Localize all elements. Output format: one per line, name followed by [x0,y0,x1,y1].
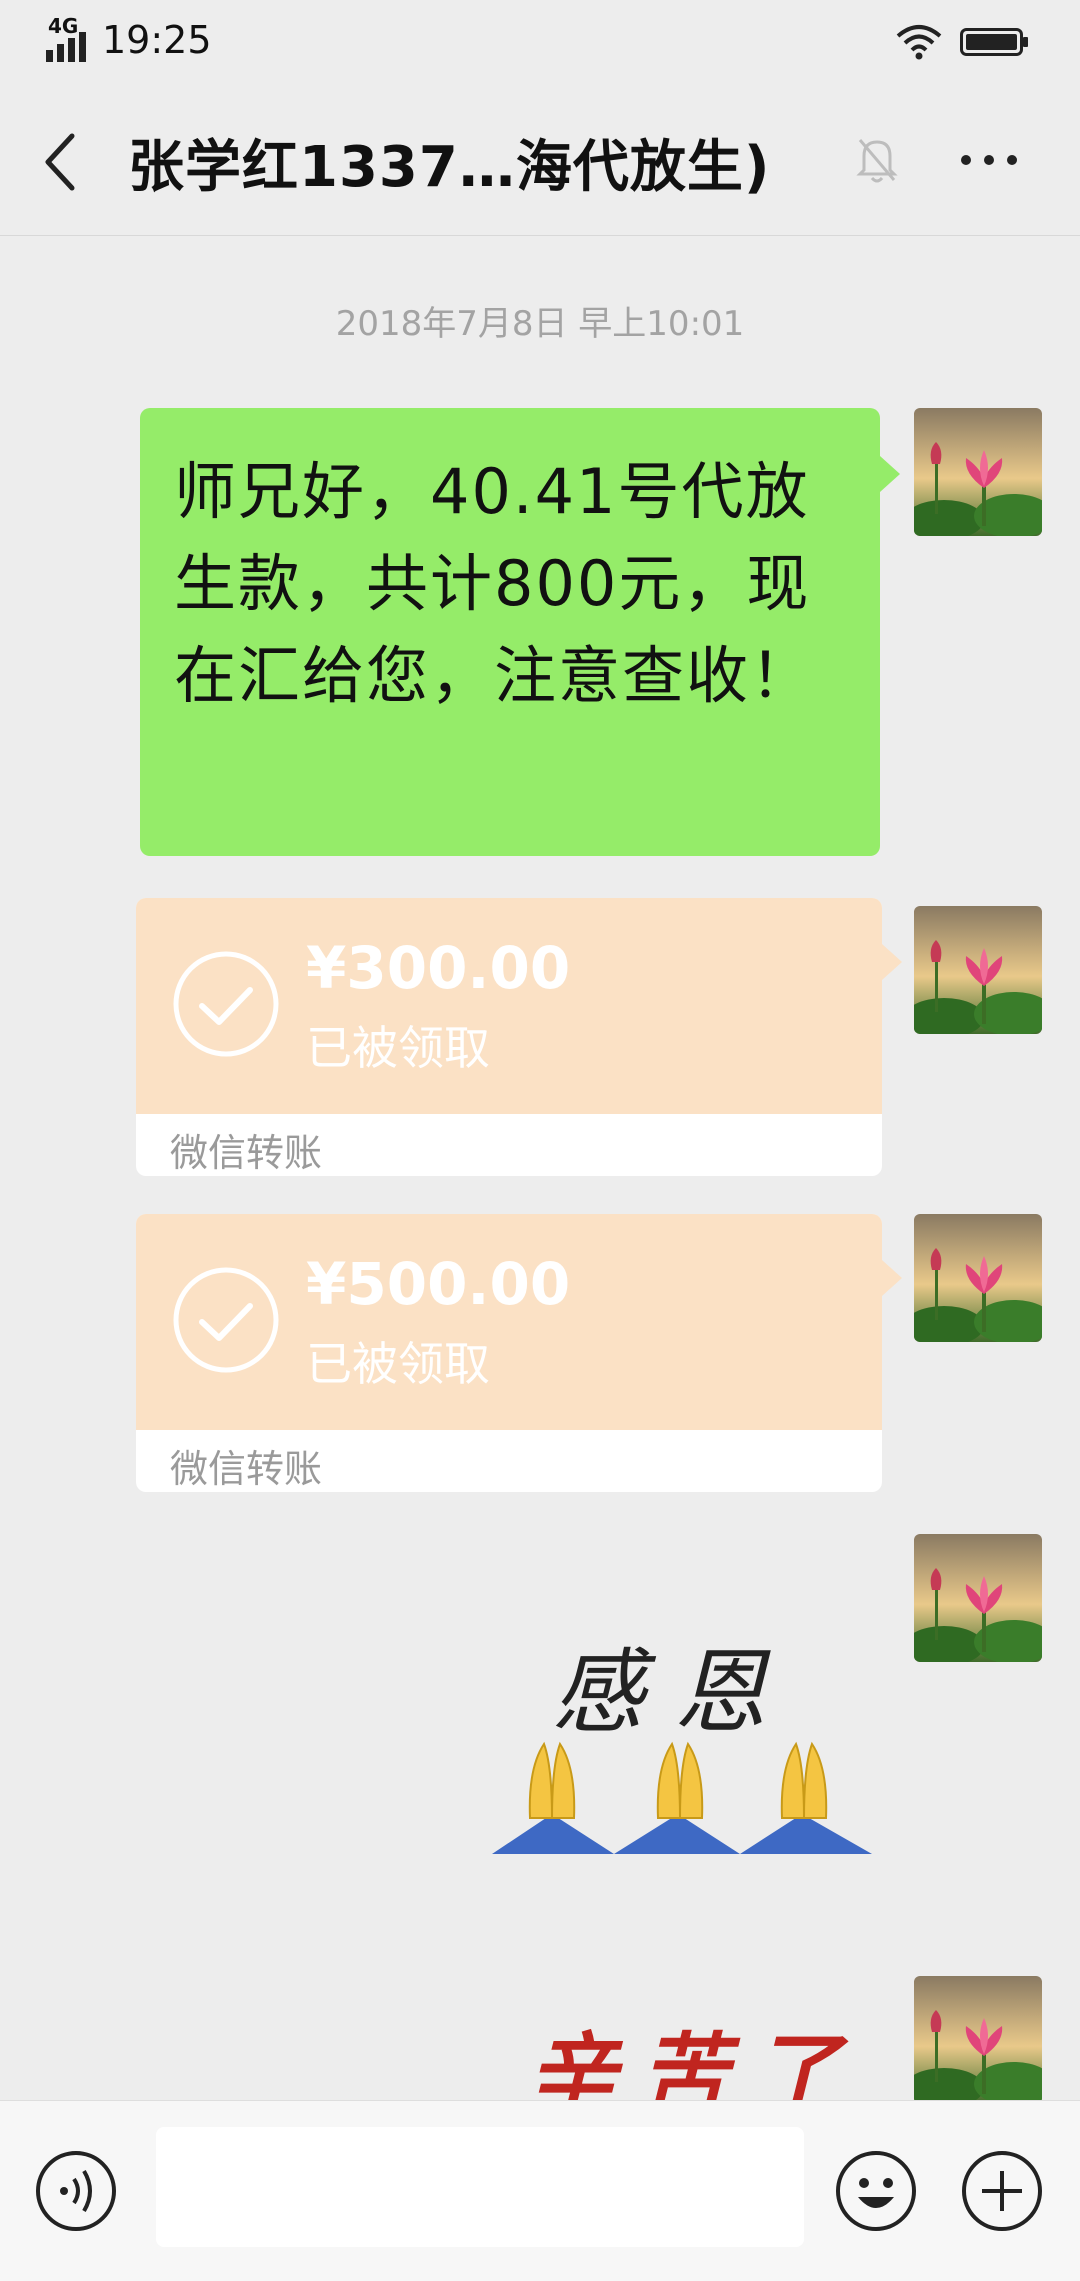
transfer-card[interactable]: ¥300.00 已被领取 微信转账 [136,898,882,1176]
lotus-avatar-icon [914,1214,1042,1342]
avatar[interactable] [914,1534,1042,1662]
lotus-avatar-icon [914,408,1042,536]
plus-icon[interactable] [960,2149,1044,2233]
emoji-icon[interactable] [834,2149,918,2233]
status-time: 19:25 [102,18,212,62]
check-icon [173,951,279,1057]
more-icon[interactable] [958,150,1020,170]
back-icon[interactable] [40,130,80,194]
pray-icon [492,1741,872,1854]
message-input[interactable] [156,2127,804,2247]
lotus-avatar-icon [914,906,1042,1034]
avatar[interactable] [914,1976,1042,2104]
transfer-label: 微信转账 [170,1447,323,1491]
transfer-card-body: ¥500.00 已被领取 [136,1214,882,1430]
lotus-avatar-icon [914,1976,1042,2104]
status-bar: 4G 19:25 [0,0,1080,90]
transfer-card-body: ¥300.00 已被领取 [136,898,882,1114]
chat-header: 张学红1337…海代放生) [0,90,1080,236]
transfer-status: 已被领取 [306,1337,490,1391]
avatar[interactable] [914,408,1042,536]
avatar[interactable] [914,906,1042,1034]
bubble-tail [880,456,900,492]
chat-title: 张学红1337…海代放生) [128,135,771,200]
battery-icon [960,28,1028,56]
bubble-tail [882,1260,902,1296]
mute-icon [856,139,898,183]
transfer-amount: ¥500.00 [306,1250,571,1318]
check-icon [173,1267,279,1373]
signal-icon [46,32,86,62]
bubble-tail [882,944,902,980]
sticker-gratitude-text[interactable]: 感恩 [552,1618,796,1751]
input-bar [0,2100,1080,2281]
transfer-amount: ¥300.00 [306,934,571,1002]
voice-icon[interactable] [34,2149,118,2233]
wifi-icon [896,25,942,60]
text-message-bubble[interactable]: 师兄好，40.41号代放生款，共计800元，现在汇给您，注意查收！ [140,408,880,856]
transfer-status: 已被领取 [306,1021,490,1075]
transfer-card[interactable]: ¥500.00 已被领取 微信转账 [136,1214,882,1492]
avatar[interactable] [914,1214,1042,1342]
transfer-label: 微信转账 [170,1131,323,1175]
message-timestamp: 2018年7月8日 早上10:01 [335,304,745,344]
lotus-avatar-icon [914,1534,1042,1662]
